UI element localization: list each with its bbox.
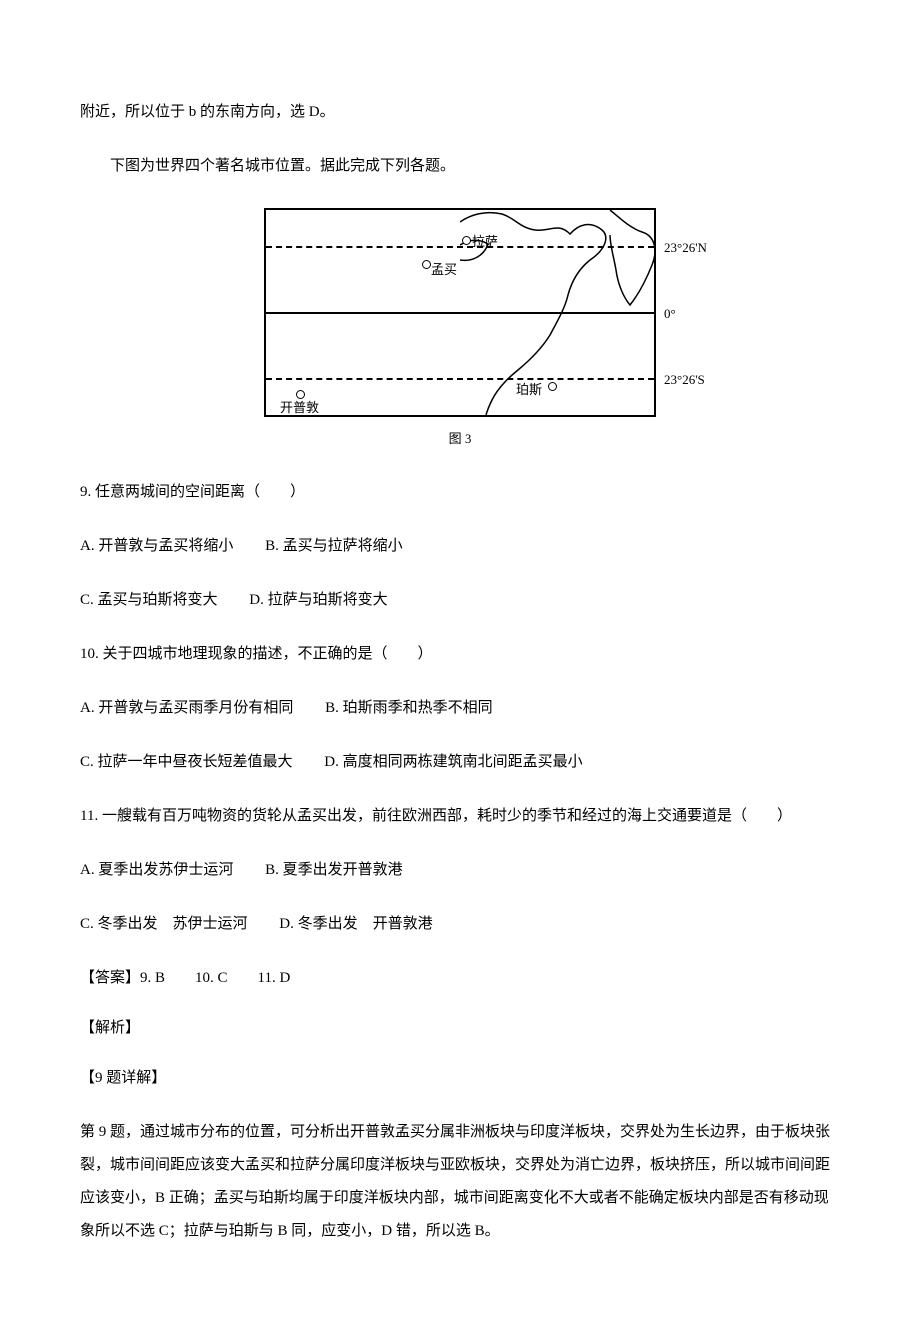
world-map-box: 拉萨 孟买 珀斯 开普敦: [264, 208, 656, 417]
q10-stem: 10. 关于四城市地理现象的描述，不正确的是（ ）: [80, 642, 840, 666]
city-dot-perth: [548, 382, 557, 391]
figure-caption: 图 3: [80, 429, 840, 450]
q10-option-d: D. 高度相同两栋建筑南北间距孟买最小: [324, 750, 582, 774]
q11-options-row2: C. 冬季出发 苏伊士运河 D. 冬季出发 开普敦港: [80, 912, 840, 936]
lat-label-s: 23°26'S: [664, 370, 705, 391]
q9-option-d: D. 拉萨与珀斯将变大: [249, 588, 387, 612]
q9-stem: 9. 任意两城间的空间距离（ ）: [80, 480, 840, 504]
q9-option-c: C. 孟买与珀斯将变大: [80, 588, 218, 612]
question-11: 11. 一艘载有百万吨物资的货轮从孟买出发，前往欧洲西部，耗时少的季节和经过的海…: [80, 804, 840, 936]
city-dot-mumbai: [422, 260, 431, 269]
city-label-perth: 珀斯: [516, 380, 542, 401]
figure-intro-text: 下图为世界四个著名城市位置。据此完成下列各题。: [80, 154, 840, 178]
city-label-mumbai: 孟买: [431, 260, 457, 281]
q9-option-b: B. 孟买与拉萨将缩小: [265, 534, 403, 558]
lat-label-eq: 0°: [664, 304, 676, 325]
q9-option-a: A. 开普敦与孟买将缩小: [80, 534, 233, 558]
city-label-capetown: 开普敦: [280, 398, 319, 417]
equator-line: [266, 312, 654, 314]
q10-option-b: B. 珀斯雨季和热季不相同: [325, 696, 493, 720]
lat-label-n: 23°26'N: [664, 238, 707, 259]
figure-3: 拉萨 孟买 珀斯 开普敦 23°26'N 0° 23°26'S 图 3: [80, 208, 840, 450]
city-dot-lhasa: [462, 236, 471, 245]
q10-option-a: A. 开普敦与孟买雨季月份有相同: [80, 696, 293, 720]
q9-detail-heading: 【9 题详解】: [80, 1066, 840, 1090]
answers-line: 【答案】9. B 10. C 11. D: [80, 966, 840, 990]
q9-options-row1: A. 开普敦与孟买将缩小 B. 孟买与拉萨将缩小: [80, 534, 840, 558]
q10-option-c: C. 拉萨一年中昼夜长短差值最大: [80, 750, 293, 774]
tropic-cancer-line: [266, 246, 654, 248]
analysis-heading: 【解析】: [80, 1016, 840, 1040]
q10-options-row2: C. 拉萨一年中昼夜长短差值最大 D. 高度相同两栋建筑南北间距孟买最小: [80, 750, 840, 774]
q11-option-d: D. 冬季出发 开普敦港: [279, 912, 432, 936]
tropic-capricorn-line: [266, 378, 654, 380]
q11-option-a: A. 夏季出发苏伊士运河: [80, 858, 233, 882]
document-page: 附近，所以位于 b 的东南方向，选 D。 下图为世界四个著名城市位置。据此完成下…: [0, 0, 920, 1338]
q9-detail-body: 第 9 题，通过城市分布的位置，可分析出开普敦孟买分属非洲板块与印度洋板块，交界…: [80, 1116, 840, 1248]
q11-options-row1: A. 夏季出发苏伊士运河 B. 夏季出发开普敦港: [80, 858, 840, 882]
q9-options-row2: C. 孟买与珀斯将变大 D. 拉萨与珀斯将变大: [80, 588, 840, 612]
q10-options-row1: A. 开普敦与孟买雨季月份有相同 B. 珀斯雨季和热季不相同: [80, 696, 840, 720]
q11-stem: 11. 一艘载有百万吨物资的货轮从孟买出发，前往欧洲西部，耗时少的季节和经过的海…: [80, 804, 840, 828]
prev-answer-fragment: 附近，所以位于 b 的东南方向，选 D。: [80, 100, 840, 124]
q11-option-b: B. 夏季出发开普敦港: [265, 858, 403, 882]
city-label-lhasa: 拉萨: [472, 232, 498, 253]
question-10: 10. 关于四城市地理现象的描述，不正确的是（ ） A. 开普敦与孟买雨季月份有…: [80, 642, 840, 774]
question-9: 9. 任意两城间的空间距离（ ） A. 开普敦与孟买将缩小 B. 孟买与拉萨将缩…: [80, 480, 840, 612]
q11-option-c: C. 冬季出发 苏伊士运河: [80, 912, 248, 936]
